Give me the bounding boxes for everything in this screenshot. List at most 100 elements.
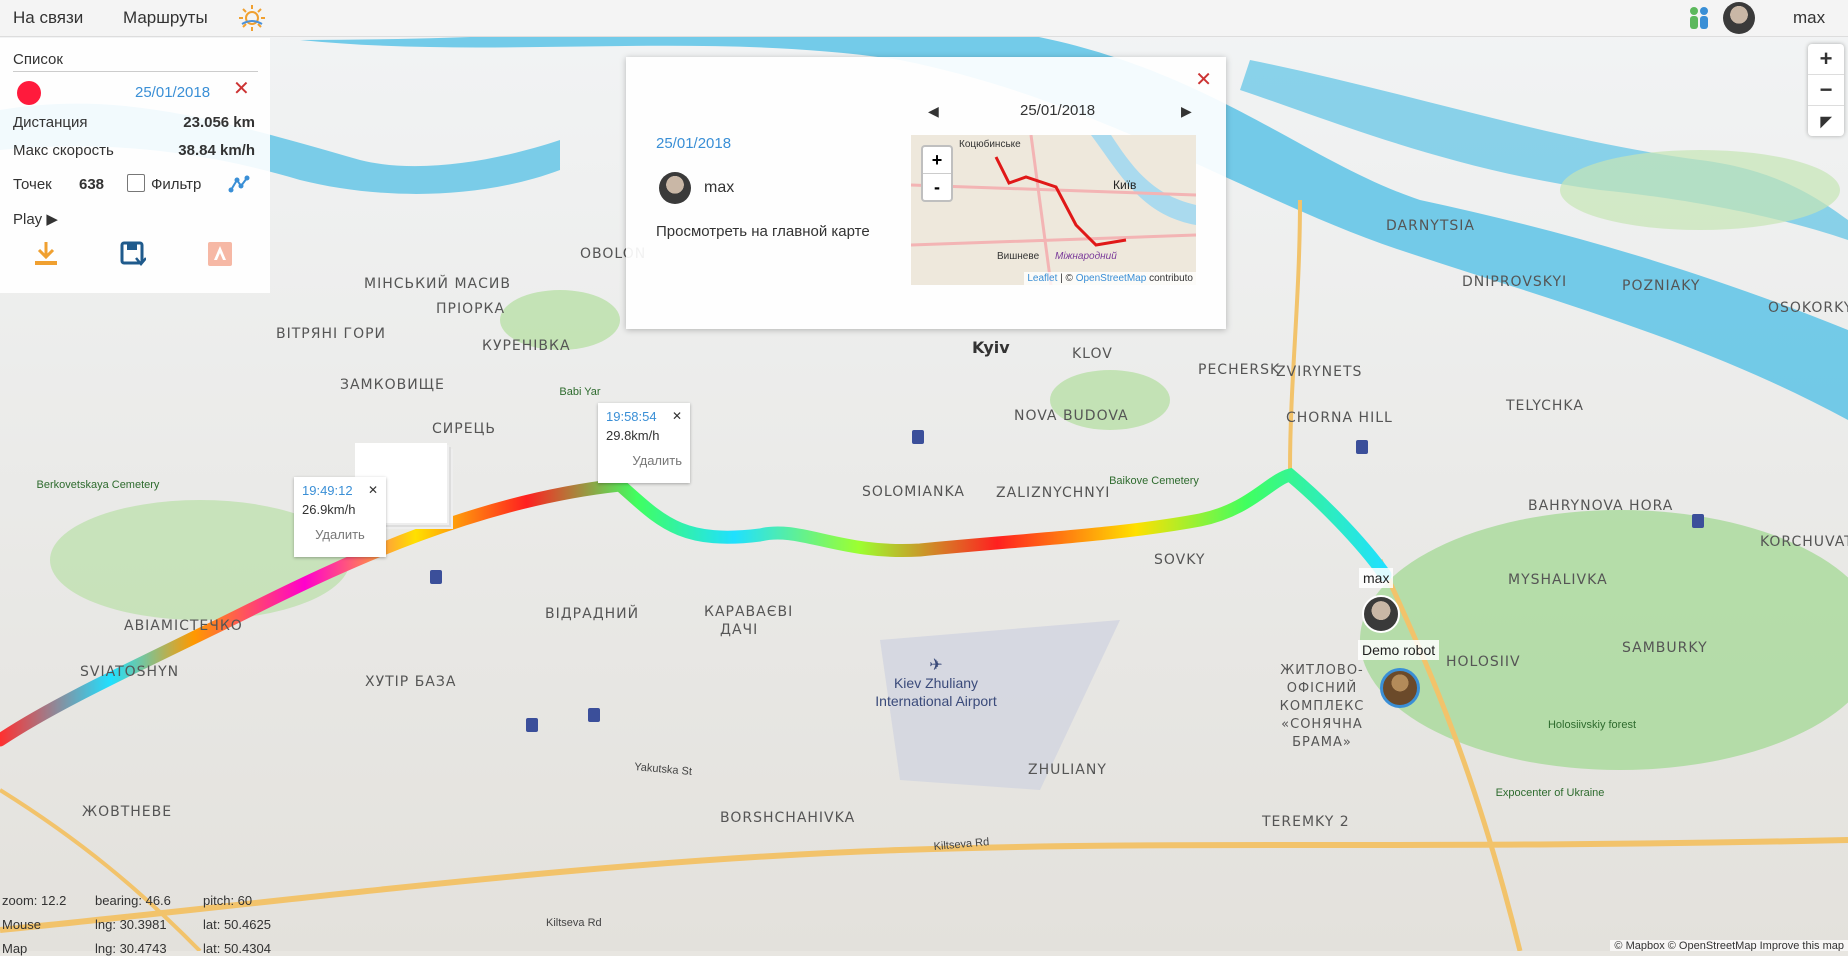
mini-zoom-out[interactable]: - bbox=[923, 174, 951, 200]
marker-label-max: max bbox=[1359, 568, 1394, 588]
save-icon[interactable] bbox=[120, 240, 147, 268]
mini-map[interactable]: Коцюбинське Київ Вишневе Міжнародний + -… bbox=[911, 135, 1196, 285]
max-speed-value: 38.84 km/h bbox=[178, 142, 255, 159]
mini-map-bg bbox=[911, 135, 1196, 285]
complex-label: ЖИТЛОВО- bbox=[1280, 663, 1364, 678]
avatar[interactable] bbox=[1723, 2, 1755, 34]
map-label: KORCHUVATE bbox=[1760, 534, 1848, 550]
next-day-arrow[interactable]: ▶ bbox=[1181, 103, 1192, 120]
marker-label-demo: Demo robot bbox=[1358, 640, 1440, 660]
complex-label: «СОНЯЧНА bbox=[1281, 717, 1363, 732]
map-label: MYSHALIVKA bbox=[1508, 572, 1608, 588]
popup-close-icon[interactable]: ✕ bbox=[1195, 67, 1212, 92]
park-north bbox=[1560, 150, 1840, 230]
marker-demo-avatar[interactable] bbox=[1380, 668, 1420, 708]
map-label: ZVIRYNETS bbox=[1276, 364, 1362, 380]
tooltip-speed: 26.9km/h bbox=[302, 502, 356, 517]
map-label: POZNIAKY bbox=[1622, 278, 1700, 294]
map-label: КАРАВАЄВІ bbox=[704, 604, 793, 620]
map-label: АВІАМІСТЕЧКО bbox=[124, 618, 243, 634]
zoom-readout: zoom: 12.2 bbox=[2, 893, 67, 908]
point-tooltip: ✕ 19:49:12 26.9km/h Удалить bbox=[294, 477, 386, 557]
popup-date-link[interactable]: 25/01/2018 bbox=[656, 135, 731, 152]
nav-online[interactable]: На связи bbox=[13, 8, 83, 28]
map-label: СИРЕЦЬ bbox=[432, 421, 496, 437]
map-label: TELYCHKA bbox=[1505, 398, 1584, 414]
tooltip-close-icon[interactable]: ✕ bbox=[672, 409, 682, 423]
play-button[interactable]: Play ▶ bbox=[13, 210, 58, 228]
nav-routes[interactable]: Маршруты bbox=[123, 8, 208, 28]
park-label: Babi Yar bbox=[559, 386, 601, 398]
map-label: BAHRYNOVA HORA bbox=[1528, 498, 1673, 514]
map-label: TEREMKY 2 bbox=[1261, 814, 1350, 830]
distance-value: 23.056 km bbox=[183, 114, 255, 131]
map-label: OSOKORKY bbox=[1768, 300, 1848, 316]
osm-link[interactable]: OpenStreetMap bbox=[1076, 273, 1147, 284]
park-label: Berkovetskaya Cemetery bbox=[37, 479, 160, 491]
track-panel: Список 25/01/2018 ✕ Дистанция 23.056 km … bbox=[0, 38, 270, 293]
prev-day-arrow[interactable]: ◀ bbox=[928, 103, 939, 120]
mini-zoom-control: + - bbox=[921, 145, 953, 202]
weather-icon[interactable] bbox=[238, 4, 266, 32]
map-label: ZALIZNYCHNYI bbox=[996, 485, 1110, 501]
bus-stop-icon bbox=[1356, 440, 1368, 454]
map-label: SOVKY bbox=[1154, 552, 1205, 568]
mouse-lng: lng: 30.3981 bbox=[95, 917, 167, 932]
complex-label: КОМПЛЕКС bbox=[1280, 699, 1365, 714]
tooltip-close-icon[interactable]: ✕ bbox=[368, 483, 378, 497]
filter-checkbox[interactable] bbox=[127, 174, 145, 192]
mini-zoom-in[interactable]: + bbox=[923, 147, 951, 174]
mini-town-label: Міжнародний bbox=[1055, 251, 1117, 262]
view-on-main-map-link[interactable]: Просмотреть на главной карте bbox=[656, 223, 870, 240]
download-icon[interactable] bbox=[33, 240, 59, 268]
top-bar: На связи Маршруты max bbox=[0, 0, 1848, 37]
map-label: КУРЕНІВКА bbox=[482, 338, 571, 354]
zoom-out-button[interactable]: − bbox=[1808, 75, 1844, 106]
map-attribution[interactable]: © Mapbox © OpenStreetMap Improve this ma… bbox=[1610, 940, 1848, 951]
people-icon[interactable] bbox=[1685, 4, 1713, 32]
compass-button[interactable]: ◤ bbox=[1808, 106, 1844, 136]
close-track-icon[interactable]: ✕ bbox=[233, 76, 250, 101]
map-label: PECHERSK bbox=[1198, 362, 1280, 378]
user-name[interactable]: max bbox=[1793, 8, 1825, 28]
map-label: CHORNA HILL bbox=[1286, 410, 1393, 426]
tooltip-delete-link[interactable]: Удалить bbox=[606, 453, 682, 468]
map-label-coords: Map bbox=[2, 941, 28, 956]
route-nodes-icon[interactable] bbox=[228, 174, 250, 194]
filter-label[interactable]: Фильтр bbox=[151, 176, 201, 193]
park-label: Holosiivskiy forest bbox=[1548, 719, 1636, 731]
mini-attribution: Leaflet | © OpenStreetMap contributo bbox=[1024, 272, 1196, 285]
attribution-rest: contributo bbox=[1146, 273, 1193, 284]
bus-stop-icon bbox=[430, 570, 442, 584]
tooltip-speed: 29.8km/h bbox=[606, 428, 660, 443]
leaflet-link[interactable]: Leaflet bbox=[1027, 273, 1057, 284]
mini-town-label: Київ bbox=[1113, 178, 1136, 192]
map-label: ВІДРАДНИЙ bbox=[545, 604, 639, 622]
map-label: ВІТРЯНІ ГОРИ bbox=[276, 326, 386, 342]
map-lng: lng: 30.4743 bbox=[95, 941, 167, 956]
park-label: Expocenter of Ukraine bbox=[1496, 787, 1605, 799]
zoom-in-button[interactable]: + bbox=[1808, 44, 1844, 75]
map-label: ПРІОРКА bbox=[436, 301, 505, 317]
bus-stop-icon bbox=[588, 708, 600, 722]
list-label[interactable]: Список bbox=[13, 51, 63, 68]
max-speed-label: Макс скорость bbox=[13, 142, 114, 159]
track-color-dot[interactable] bbox=[17, 81, 41, 105]
map-label: SOLOMIANKA bbox=[862, 484, 965, 500]
mouse-label: Mouse bbox=[2, 917, 42, 932]
tooltip-delete-link[interactable]: Удалить bbox=[302, 527, 378, 542]
distance-label: Дистанция bbox=[13, 114, 88, 131]
tooltip-time: 19:49:12 bbox=[302, 483, 353, 498]
bus-stop-icon bbox=[526, 718, 538, 732]
complex-label: БРАМА» bbox=[1292, 735, 1352, 750]
map-label: DARNYTSIA bbox=[1386, 218, 1475, 234]
strava-icon[interactable] bbox=[208, 242, 232, 266]
bearing-readout: bearing: 46.6 bbox=[95, 893, 171, 908]
attribution-sep: | © bbox=[1057, 273, 1076, 284]
pitch-readout: pitch: 60 bbox=[203, 893, 253, 908]
map-label: SVIATOSHYN bbox=[80, 664, 179, 680]
track-date-link[interactable]: 25/01/2018 bbox=[135, 84, 210, 101]
marker-max-avatar[interactable] bbox=[1362, 595, 1400, 633]
map-label: ХУТІР БАЗА bbox=[365, 674, 456, 690]
mouse-lat: lat: 50.4625 bbox=[203, 917, 271, 932]
